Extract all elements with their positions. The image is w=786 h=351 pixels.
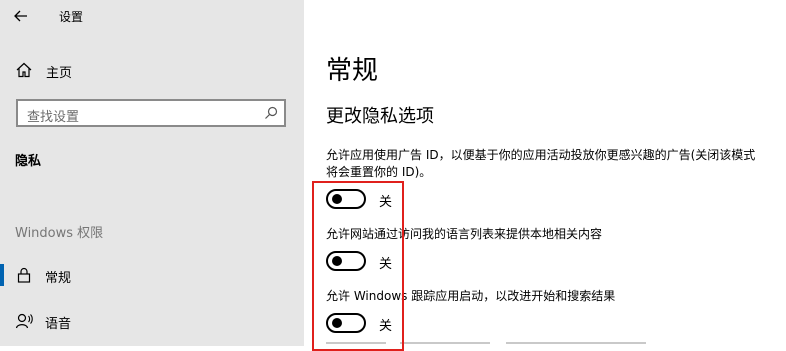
- sidebar: 设置 主页 查找设置 隐私 Windows 权限 常规 语音: [0, 0, 304, 346]
- speech-icon: [15, 313, 33, 329]
- home-icon: [16, 62, 32, 78]
- sidebar-item-home[interactable]: 主页: [0, 56, 304, 84]
- sidebar-item-general-label: 常规: [45, 271, 72, 286]
- search-input[interactable]: 查找设置: [16, 99, 286, 127]
- next-setting-description-clipped: [326, 340, 656, 346]
- sidebar-item-speech[interactable]: 语音: [0, 306, 304, 336]
- toggle-knob: [332, 194, 342, 204]
- toggle-state-label: 关: [379, 257, 393, 272]
- lock-icon: [17, 267, 31, 283]
- section-heading-privacy: 隐私: [15, 154, 42, 169]
- main-content: 常规 更改隐私选项 允许应用使用广告 ID，以便基于你的应用活动投放你更感兴趣的…: [304, 0, 786, 346]
- search-placeholder: 查找设置: [27, 110, 80, 125]
- toggle-language-list[interactable]: 关: [326, 250, 446, 272]
- back-button[interactable]: [6, 3, 36, 29]
- title-bar: 设置: [0, 0, 304, 32]
- toggle-app-launch-tracking[interactable]: 关: [326, 312, 446, 334]
- toggle-knob: [332, 256, 342, 266]
- toggle-knob: [332, 318, 342, 328]
- toggle-switch[interactable]: [326, 189, 366, 209]
- group-label-windows-permissions: Windows 权限: [15, 226, 104, 241]
- setting-description-advertising-id: 允许应用使用广告 ID，以便基于你的应用活动投放你更感兴趣的广告(关闭该模式将会…: [326, 148, 756, 179]
- section-subtitle: 更改隐私选项: [326, 106, 434, 127]
- toggle-advertising-id[interactable]: 关: [326, 188, 446, 210]
- toggle-state-label: 关: [379, 195, 393, 210]
- sidebar-item-speech-label: 语音: [45, 317, 72, 332]
- toggle-switch[interactable]: [326, 313, 366, 333]
- setting-description-app-launch-tracking: 允许 Windows 跟踪应用启动，以改进开始和搜索结果: [326, 289, 616, 303]
- toggle-switch[interactable]: [326, 251, 366, 271]
- sidebar-item-home-label: 主页: [46, 66, 73, 81]
- search-icon[interactable]: [264, 106, 278, 120]
- selected-indicator: [0, 264, 4, 286]
- sidebar-item-general[interactable]: 常规: [0, 260, 304, 290]
- toggle-state-label: 关: [379, 319, 393, 334]
- setting-description-language-list: 允许网站通过访问我的语言列表来提供本地相关内容: [326, 227, 603, 241]
- back-arrow-icon: [14, 10, 27, 22]
- app-title: 设置: [59, 10, 84, 24]
- page-title: 常规: [326, 56, 379, 86]
